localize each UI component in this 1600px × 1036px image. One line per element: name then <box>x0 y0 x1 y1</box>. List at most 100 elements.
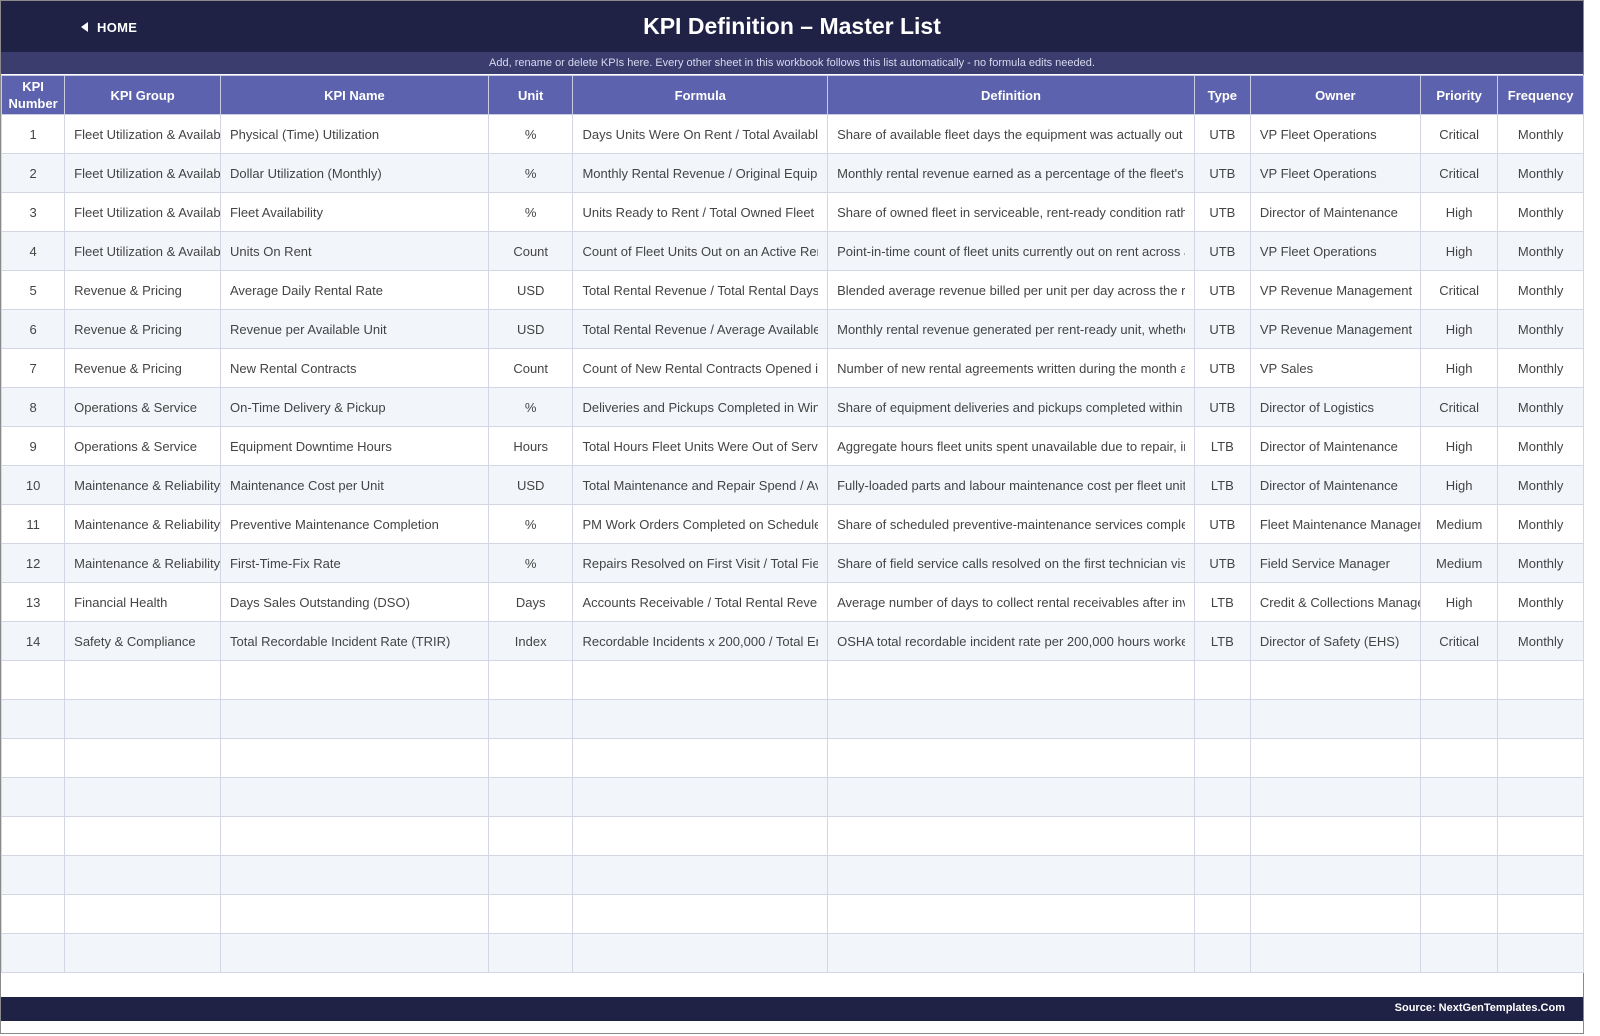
kpi-group-cell[interactable]: Revenue & Pricing <box>64 348 221 388</box>
owner-cell[interactable]: Director of Safety (EHS) <box>1249 621 1421 661</box>
table-row[interactable]: 3Fleet Utilization & AvailabilityFleet A… <box>0 192 1584 232</box>
empty-table-row[interactable] <box>0 660 1584 700</box>
empty-table-row[interactable] <box>0 894 1584 934</box>
unit-cell[interactable]: USD <box>487 270 574 310</box>
kpi-name-cell[interactable]: Fleet Availability <box>220 192 489 232</box>
empty-cell[interactable] <box>1419 699 1499 739</box>
owner-cell[interactable]: VP Sales <box>1249 348 1421 388</box>
frequency-cell[interactable]: Monthly <box>1497 621 1584 661</box>
formula-cell[interactable]: Recordable Incidents x 200,000 / Total E… <box>572 621 829 661</box>
unit-cell[interactable]: USD <box>487 309 574 349</box>
empty-cell[interactable] <box>64 816 221 856</box>
owner-cell[interactable]: Fleet Maintenance Manager <box>1249 504 1421 544</box>
kpi-number-cell[interactable]: 2 <box>0 153 66 193</box>
definition-cell[interactable]: Aggregate hours fleet units spent unavai… <box>827 426 1195 466</box>
formula-cell[interactable]: Total Rental Revenue / Average Available… <box>572 309 829 349</box>
empty-cell[interactable] <box>572 777 829 817</box>
empty-cell[interactable] <box>1419 816 1499 856</box>
empty-table-row[interactable] <box>0 738 1584 778</box>
type-cell[interactable]: UTB <box>1193 504 1251 544</box>
owner-cell[interactable]: VP Fleet Operations <box>1249 114 1421 154</box>
unit-cell[interactable]: Days <box>487 582 574 622</box>
empty-cell[interactable] <box>1419 738 1499 778</box>
unit-cell[interactable]: Index <box>487 621 574 661</box>
kpi-number-cell[interactable]: 4 <box>0 231 66 271</box>
type-cell[interactable]: LTB <box>1193 426 1251 466</box>
unit-cell[interactable]: USD <box>487 465 574 505</box>
table-row[interactable]: 4Fleet Utilization & AvailabilityUnits O… <box>0 231 1584 271</box>
kpi-name-cell[interactable]: New Rental Contracts <box>220 348 489 388</box>
owner-cell[interactable]: VP Fleet Operations <box>1249 153 1421 193</box>
empty-cell[interactable] <box>827 738 1195 778</box>
owner-cell[interactable]: VP Fleet Operations <box>1249 231 1421 271</box>
empty-cell[interactable] <box>1193 816 1251 856</box>
empty-cell[interactable] <box>0 738 66 778</box>
frequency-cell[interactable]: Monthly <box>1497 153 1584 193</box>
empty-cell[interactable] <box>220 699 489 739</box>
empty-cell[interactable] <box>572 933 829 973</box>
col-header-kpi-name[interactable]: KPI Name <box>220 75 489 115</box>
table-row[interactable]: 12 Maintenance & Reliability First-Time-Fi… <box>0 543 1584 583</box>
definition-cell[interactable]: Share of equipment deliveries and pickup… <box>827 387 1195 427</box>
type-cell[interactable]: UTB <box>1193 153 1251 193</box>
table-row[interactable]: 14 Safety & Compliance Total Recordable In… <box>0 621 1584 661</box>
col-header-type[interactable]: Type <box>1193 75 1251 115</box>
empty-cell[interactable] <box>1497 855 1584 895</box>
priority-cell[interactable]: Critical <box>1419 153 1499 193</box>
formula-cell[interactable]: Units Ready to Rent / Total Owned Fleet … <box>572 192 829 232</box>
definition-cell[interactable]: Average number of days to collect rental… <box>827 582 1195 622</box>
kpi-number-cell[interactable]: 7 <box>0 348 66 388</box>
empty-cell[interactable] <box>64 777 221 817</box>
definition-cell[interactable]: Fully-loaded parts and labour maintenanc… <box>827 465 1195 505</box>
priority-cell[interactable]: Critical <box>1419 387 1499 427</box>
empty-cell[interactable] <box>487 816 574 856</box>
owner-cell[interactable]: Director of Maintenance <box>1249 465 1421 505</box>
empty-cell[interactable] <box>1249 777 1421 817</box>
owner-cell[interactable]: Credit & Collections Manager <box>1249 582 1421 622</box>
frequency-cell[interactable]: Monthly <box>1497 465 1584 505</box>
unit-cell[interactable]: % <box>487 543 574 583</box>
frequency-cell[interactable]: Monthly <box>1497 426 1584 466</box>
table-row[interactable]: 10 Maintenance & Reliability Maintenance C… <box>0 465 1584 505</box>
empty-table-row[interactable] <box>0 777 1584 817</box>
empty-cell[interactable] <box>1249 660 1421 700</box>
kpi-name-cell[interactable]: Equipment Downtime Hours <box>220 426 489 466</box>
frequency-cell[interactable]: Monthly <box>1497 192 1584 232</box>
kpi-name-cell[interactable]: First-Time-Fix Rate <box>220 543 489 583</box>
table-row[interactable]: 7 Revenue & Pricing New Rental Contracts Co… <box>0 348 1584 388</box>
type-cell[interactable]: LTB <box>1193 621 1251 661</box>
col-header-definition[interactable]: Definition <box>827 75 1195 115</box>
table-row[interactable]: 1Fleet Utilization & AvailabilityPhysica… <box>0 114 1584 154</box>
priority-cell[interactable]: High <box>1419 426 1499 466</box>
empty-cell[interactable] <box>1193 933 1251 973</box>
priority-cell[interactable]: High <box>1419 465 1499 505</box>
unit-cell[interactable]: % <box>487 114 574 154</box>
empty-cell[interactable] <box>487 777 574 817</box>
definition-cell[interactable]: Share of owned fleet in serviceable, ren… <box>827 192 1195 232</box>
priority-cell[interactable]: High <box>1419 231 1499 271</box>
empty-cell[interactable] <box>0 699 66 739</box>
type-cell[interactable]: UTB <box>1193 309 1251 349</box>
empty-cell[interactable] <box>1193 855 1251 895</box>
empty-cell[interactable] <box>64 855 221 895</box>
empty-cell[interactable] <box>1497 933 1584 973</box>
empty-cell[interactable] <box>1497 660 1584 700</box>
empty-cell[interactable] <box>827 699 1195 739</box>
kpi-name-cell[interactable]: Revenue per Available Unit <box>220 309 489 349</box>
empty-cell[interactable] <box>1193 738 1251 778</box>
formula-cell[interactable]: Total Hours Fleet Units Were Out of Serv… <box>572 426 829 466</box>
table-row[interactable]: 6 Revenue & Pricing Revenue per Available … <box>0 309 1584 349</box>
kpi-group-cell[interactable]: Financial Health <box>64 582 221 622</box>
priority-cell[interactable]: Medium <box>1419 543 1499 583</box>
formula-cell[interactable]: Count of New Rental Contracts Opened in … <box>572 348 829 388</box>
type-cell[interactable]: UTB <box>1193 387 1251 427</box>
empty-cell[interactable] <box>64 738 221 778</box>
kpi-name-cell[interactable]: Units On Rent <box>220 231 489 271</box>
kpi-group-cell[interactable]: Maintenance & Reliability <box>64 465 221 505</box>
empty-cell[interactable] <box>1193 699 1251 739</box>
frequency-cell[interactable]: Monthly <box>1497 231 1584 271</box>
type-cell[interactable]: UTB <box>1193 192 1251 232</box>
formula-cell[interactable]: PM Work Orders Completed on Schedule / P… <box>572 504 829 544</box>
empty-cell[interactable] <box>64 660 221 700</box>
col-header-formula[interactable]: Formula <box>572 75 829 115</box>
